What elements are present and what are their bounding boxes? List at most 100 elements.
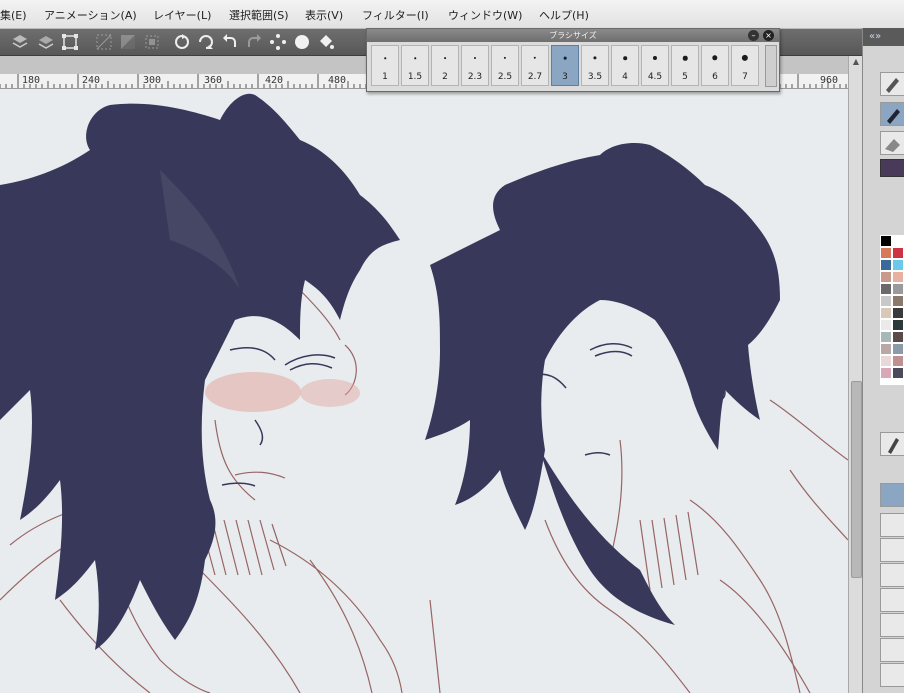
brush-size-label: 3.5	[587, 72, 603, 82]
menu-selection[interactable]: 選択範囲(S)	[229, 7, 289, 23]
color-swatch[interactable]	[881, 272, 891, 282]
brush-size-dot	[444, 57, 446, 59]
color-swatch[interactable]	[881, 284, 891, 294]
brush-preset-1[interactable]	[880, 513, 904, 537]
brush-size-option[interactable]: 2.5	[491, 45, 519, 86]
brush-size-option[interactable]: 2.7	[521, 45, 549, 86]
brush-tool-icon[interactable]	[880, 102, 904, 126]
color-swatch[interactable]	[881, 236, 891, 246]
brush-size-option[interactable]: 4	[611, 45, 639, 86]
pen-tool-icon[interactable]	[880, 72, 904, 96]
color-swatch[interactable]	[881, 356, 891, 366]
ruler-label: 480	[328, 75, 347, 86]
color-swatch[interactable]	[893, 260, 903, 270]
brush-size-palette: ブラシサイズ – × 1 1.5 2 2.3 2.5 2.7 3 3.5 4 4.5 5 6 7	[366, 28, 780, 92]
layer-stack-icon[interactable]	[10, 32, 30, 52]
brush-size-option[interactable]: 7	[731, 45, 759, 86]
artwork	[0, 93, 848, 693]
color-swatch[interactable]	[893, 332, 903, 342]
dots-icon[interactable]	[268, 32, 288, 52]
scrollbar-thumb[interactable]	[851, 381, 862, 578]
menu-window[interactable]: ウィンドウ(W)	[448, 7, 522, 23]
menu-layer[interactable]: レイヤー(L)	[153, 7, 211, 23]
color-swatch[interactable]	[881, 296, 891, 306]
brush-size-option[interactable]: 2.3	[461, 45, 489, 86]
brush-size-option[interactable]: 5	[671, 45, 699, 86]
circle-icon[interactable]	[292, 32, 312, 52]
undo-icon[interactable]	[220, 32, 240, 52]
brush-size-option[interactable]: 2	[431, 45, 459, 86]
brush-size-label: 7	[742, 72, 748, 82]
brush-size-dot	[473, 56, 477, 60]
ruler-label: 360	[204, 75, 223, 86]
color-swatch[interactable]	[893, 284, 903, 294]
close-icon[interactable]: ×	[763, 30, 774, 41]
selection-frame-icon[interactable]	[142, 32, 162, 52]
color-swatch[interactable]	[881, 308, 891, 318]
brush-preset-2[interactable]	[880, 538, 904, 562]
drawing-canvas[interactable]	[0, 89, 848, 693]
color-swatch[interactable]	[881, 248, 891, 258]
color-swatch[interactable]	[893, 272, 903, 282]
color-swatch[interactable]	[881, 332, 891, 342]
brush-size-dot	[503, 56, 507, 60]
color-swatch[interactable]	[881, 344, 891, 354]
vertical-scrollbar[interactable]: ▲	[848, 56, 863, 693]
brush-size-dot	[741, 54, 749, 62]
color-palette	[880, 235, 904, 385]
rotate-canvas-icon[interactable]	[172, 32, 192, 52]
color-swatch[interactable]	[893, 296, 903, 306]
menu-animation[interactable]: アニメーション(A)	[44, 7, 137, 23]
minimize-icon[interactable]: –	[748, 30, 759, 41]
color-swatch[interactable]	[893, 248, 903, 258]
brush-size-scrollbar[interactable]	[765, 45, 777, 87]
brush-size-option[interactable]: 4.5	[641, 45, 669, 86]
color-swatch[interactable]	[881, 320, 891, 330]
brush-size-option[interactable]: 3.5	[581, 45, 609, 86]
clear-selection-icon[interactable]	[94, 32, 114, 52]
color-swatch[interactable]	[893, 356, 903, 366]
brush-preset-5[interactable]	[880, 613, 904, 637]
current-color-swatch[interactable]	[880, 159, 904, 177]
menu-filter[interactable]: フィルター(I)	[362, 7, 429, 23]
g-pen-icon[interactable]	[880, 432, 904, 456]
ruler-label: 300	[143, 75, 162, 86]
layer-stack-icon-2[interactable]	[36, 32, 56, 52]
brush-size-label: 4.5	[647, 72, 663, 82]
redo-icon[interactable]	[244, 32, 264, 52]
brush-size-option[interactable]: 6	[701, 45, 729, 86]
brush-size-option[interactable]: 3	[551, 45, 579, 86]
panel-expand-icon[interactable]: «»	[863, 28, 904, 46]
color-swatch[interactable]	[893, 308, 903, 318]
brush-size-label: 6	[712, 72, 718, 82]
brush-size-option[interactable]: 1	[371, 45, 399, 86]
menu-help[interactable]: ヘルプ(H)	[539, 7, 589, 23]
color-swatch[interactable]	[893, 236, 903, 246]
color-swatch[interactable]	[893, 368, 903, 378]
brush-size-label: 3	[562, 72, 568, 82]
menu-view[interactable]: 表示(V)	[305, 7, 343, 23]
brush-size-dot	[593, 56, 597, 60]
menu-edit[interactable]: 集(E)	[0, 7, 27, 23]
brush-size-dot	[623, 56, 627, 60]
invert-selection-icon[interactable]	[118, 32, 138, 52]
brush-preset-3[interactable]	[880, 563, 904, 587]
scroll-up-icon[interactable]: ▲	[850, 56, 862, 68]
color-swatch[interactable]	[881, 260, 891, 270]
eraser-tool-icon[interactable]	[880, 131, 904, 155]
brush-size-label: 2.7	[527, 72, 543, 82]
brush-preset-4[interactable]	[880, 588, 904, 612]
brush-size-dot	[682, 55, 688, 61]
flip-canvas-icon[interactable]	[196, 32, 216, 52]
brush-preset-6[interactable]	[880, 638, 904, 662]
color-swatch[interactable]	[893, 344, 903, 354]
brush-preset-7[interactable]	[880, 663, 904, 687]
selected-brush-stroke[interactable]	[880, 483, 904, 507]
brush-size-option[interactable]: 1.5	[401, 45, 429, 86]
brush-size-label: 5	[682, 72, 688, 82]
transform-icon[interactable]	[60, 32, 80, 52]
fill-bucket-icon[interactable]	[316, 32, 336, 52]
color-swatch[interactable]	[893, 320, 903, 330]
ruler-label: 960	[820, 75, 839, 86]
color-swatch[interactable]	[881, 368, 891, 378]
